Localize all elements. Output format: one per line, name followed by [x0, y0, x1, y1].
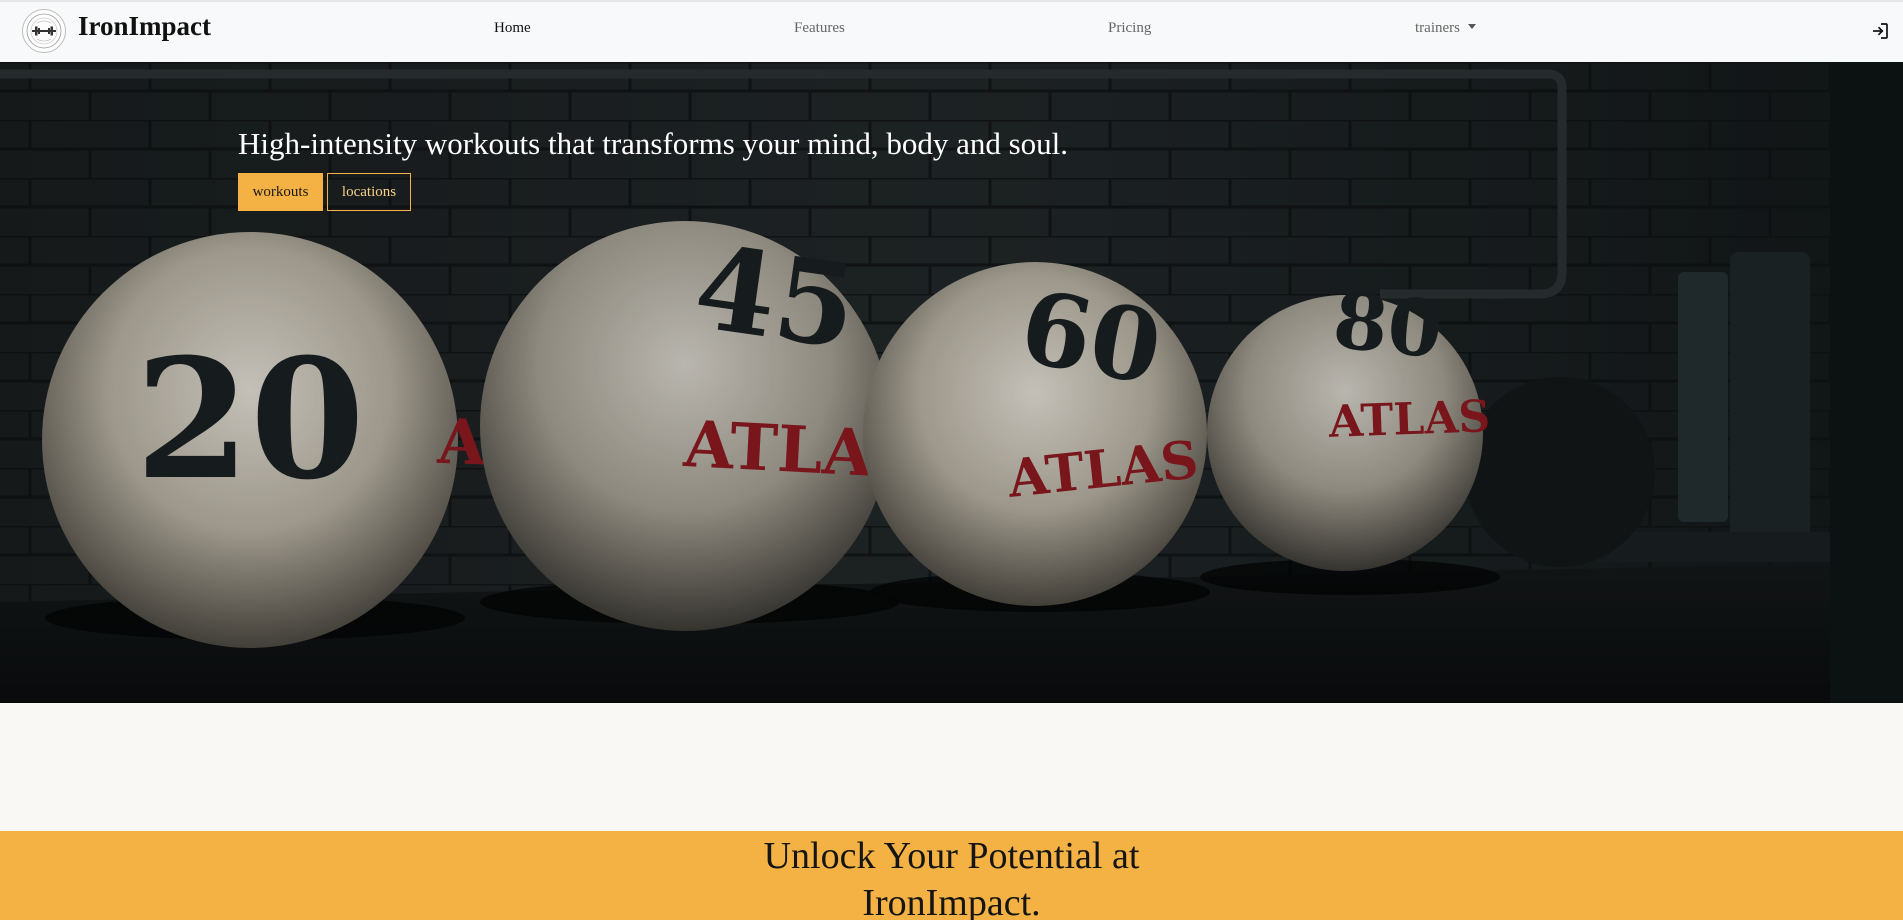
nav-home[interactable]: Home — [494, 20, 531, 37]
brand-link[interactable]: IronImpact — [22, 6, 211, 56]
sign-in-icon[interactable] — [1869, 20, 1891, 42]
workouts-button[interactable]: workouts — [238, 173, 323, 211]
nav-pricing[interactable]: Pricing — [1108, 20, 1151, 37]
cta-heading-line1: Unlock Your Potential at — [763, 835, 1140, 877]
nav-trainers-label: trainers — [1415, 20, 1460, 36]
cta-section: Unlock Your Potential at IronImpact. — [0, 831, 1903, 920]
locations-button[interactable]: locations — [327, 173, 411, 211]
brand-name: IronImpact — [78, 10, 212, 41]
hero-headline: High-intensity workouts that transforms … — [238, 126, 1069, 161]
hero-section: 20 ARTAN 45 ATLAS 60 ATLAS 80 ATLAS High… — [0, 62, 1903, 703]
barbell-emblem-icon — [22, 9, 66, 53]
navbar: IronImpact Home Features Pricing trainer… — [0, 0, 1903, 62]
caret-down-icon — [1467, 24, 1476, 29]
cta-heading-line2: IronImpact. — [862, 882, 1041, 920]
nav-features[interactable]: Features — [794, 20, 845, 37]
cta-heading: Unlock Your Potential at IronImpact. — [0, 833, 1903, 920]
nav-trainers-dropdown[interactable]: trainers — [1415, 20, 1476, 37]
